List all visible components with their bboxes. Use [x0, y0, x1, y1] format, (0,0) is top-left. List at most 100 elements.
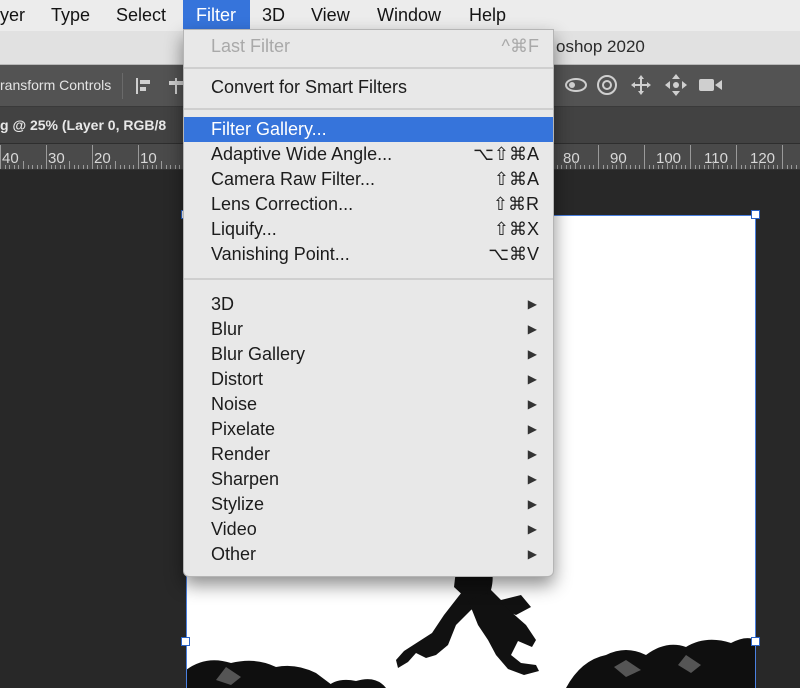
- ruler-tick: [557, 165, 558, 169]
- ruler-tick: [708, 165, 709, 169]
- submenu-video[interactable]: Video ▶: [184, 517, 553, 542]
- submenu-3d[interactable]: 3D ▶: [184, 292, 553, 317]
- submenu-arrow-icon: ▶: [527, 447, 537, 461]
- submenu-sharpen[interactable]: Sharpen ▶: [184, 467, 553, 492]
- ruler-tick: [621, 161, 622, 169]
- menu-item-label: Convert for Smart Filters: [211, 77, 408, 97]
- menu-layer-label: yer: [0, 5, 26, 25]
- ruler-tick: [106, 165, 107, 169]
- menu-item-label: Last Filter: [211, 36, 291, 56]
- menu-item-camera-raw-filter[interactable]: Camera Raw Filter... ⇧⌘A: [184, 167, 553, 192]
- menu-item-label: Vanishing Point...: [211, 244, 350, 264]
- ruler-tick: [51, 165, 52, 169]
- window-title: oshop 2020: [556, 37, 645, 56]
- ruler-tick: [764, 165, 765, 169]
- filter-dropdown-menu: Last Filter ^⌘F Convert for Smart Filter…: [183, 29, 554, 577]
- menu-item-last-filter[interactable]: Last Filter ^⌘F: [184, 34, 553, 59]
- align-center-icon[interactable]: [168, 77, 184, 95]
- menu-separator: [184, 67, 553, 69]
- ruler-tick: [580, 165, 581, 169]
- menu-item-label: Render: [211, 444, 271, 464]
- menu-filter[interactable]: Filter: [183, 0, 250, 31]
- submenu-blur-gallery[interactable]: Blur Gallery ▶: [184, 342, 553, 367]
- align-left-icon[interactable]: [135, 77, 153, 95]
- ruler-tick: [561, 165, 562, 169]
- show-transform-controls-label[interactable]: ransform Controls: [0, 65, 111, 105]
- ruler-tick: [55, 165, 56, 169]
- ruler-tick: [9, 165, 10, 169]
- menu-item-label: Liquify...: [211, 219, 277, 239]
- ruler-tick: [731, 165, 732, 169]
- menu-item-label: Sharpen: [211, 469, 280, 489]
- menu-3d[interactable]: 3D: [262, 0, 302, 31]
- menu-item-shortcut: ⇧⌘R: [492, 194, 539, 214]
- selection-border-right: [755, 215, 756, 688]
- ruler-tick: [777, 165, 778, 169]
- submenu-render[interactable]: Render ▶: [184, 442, 553, 467]
- menu-item-label: 3D: [211, 294, 235, 314]
- ruler-tick: [152, 165, 153, 169]
- menu-item-vanishing-point[interactable]: Vanishing Point... ⌥⌘V: [184, 242, 553, 267]
- ruler-tick: [787, 165, 788, 169]
- menu-item-shortcut: ⇧⌘X: [493, 219, 539, 239]
- ruler-tick: [672, 165, 673, 169]
- menu-filter-label: Filter: [196, 5, 236, 25]
- submenu-noise[interactable]: Noise ▶: [184, 392, 553, 417]
- ruler-tick: [676, 165, 677, 169]
- menu-window-label: Window: [377, 5, 442, 25]
- submenu-arrow-icon: ▶: [527, 422, 537, 436]
- ruler-label: 100: [656, 150, 682, 167]
- 3d-scale-camera-icon[interactable]: [698, 77, 724, 93]
- 3d-pan-icon[interactable]: [630, 74, 652, 96]
- ruler-tick: [156, 165, 157, 169]
- submenu-pixelate[interactable]: Pixelate ▶: [184, 417, 553, 442]
- submenu-blur[interactable]: Blur ▶: [184, 317, 553, 342]
- 3d-orbit-icon[interactable]: [564, 75, 588, 95]
- ruler-tick: [754, 165, 755, 169]
- ruler-tick: [28, 165, 29, 169]
- menu-view[interactable]: View: [311, 0, 361, 31]
- submenu-arrow-icon: ▶: [527, 347, 537, 361]
- ruler-tick: [713, 161, 714, 169]
- ruler-tick: [18, 165, 19, 169]
- menu-type[interactable]: Type: [41, 0, 111, 31]
- ruler-tick: [741, 165, 742, 169]
- menu-window[interactable]: Window: [377, 0, 452, 31]
- menu-help[interactable]: Help: [469, 0, 514, 31]
- ruler-tick: [718, 165, 719, 169]
- ruler-tick: [690, 145, 691, 169]
- 3d-slide-icon[interactable]: [664, 73, 688, 97]
- menu-separator: [184, 278, 553, 280]
- menu-item-adaptive-wide-angle[interactable]: Adaptive Wide Angle... ⌥⇧⌘A: [184, 142, 553, 167]
- menu-layer[interactable]: yer: [0, 0, 32, 31]
- menu-item-convert-smart-filters[interactable]: Convert for Smart Filters: [184, 75, 553, 100]
- ruler-tick: [662, 165, 663, 169]
- submenu-distort[interactable]: Distort ▶: [184, 367, 553, 392]
- submenu-arrow-icon: ▶: [527, 372, 537, 386]
- ruler-tick: [658, 165, 659, 169]
- ruler-tick: [60, 165, 61, 169]
- ruler-tick: [644, 145, 645, 169]
- ruler-tick: [589, 165, 590, 169]
- 3d-roll-icon[interactable]: [596, 74, 618, 96]
- submenu-other[interactable]: Other ▶: [184, 542, 553, 567]
- menu-select[interactable]: Select: [107, 0, 186, 31]
- ruler-tick: [750, 165, 751, 169]
- transform-handle-middle-right[interactable]: [751, 637, 760, 646]
- menu-item-shortcut: ⌥⌘V: [488, 244, 539, 264]
- ruler-tick: [101, 165, 102, 169]
- menu-item-label: Stylize: [211, 494, 265, 514]
- menu-view-label: View: [311, 5, 350, 25]
- submenu-arrow-icon: ▶: [527, 547, 537, 561]
- menu-item-label: Camera Raw Filter...: [211, 169, 376, 189]
- transform-handle-middle-left[interactable]: [181, 637, 190, 646]
- transform-handle-top-right[interactable]: [751, 210, 760, 219]
- submenu-stylize[interactable]: Stylize ▶: [184, 492, 553, 517]
- menu-item-liquify[interactable]: Liquify... ⇧⌘X: [184, 217, 553, 242]
- menu-item-lens-correction[interactable]: Lens Correction... ⇧⌘R: [184, 192, 553, 217]
- ruler-tick: [745, 165, 746, 169]
- menu-item-filter-gallery[interactable]: Filter Gallery...: [184, 117, 553, 142]
- ruler-tick: [41, 165, 42, 169]
- menu-help-label: Help: [469, 5, 507, 25]
- ruler-tick: [607, 165, 608, 169]
